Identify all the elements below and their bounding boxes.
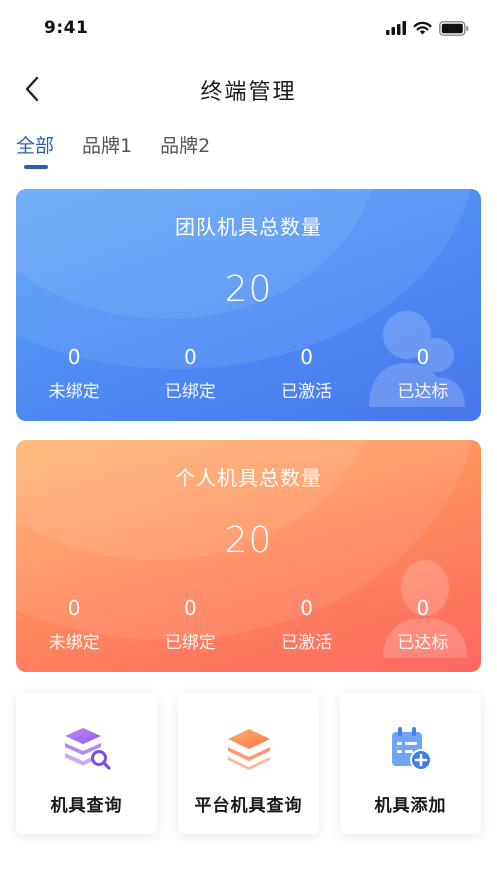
layers-icon [225, 725, 273, 773]
stat-value: 0 [184, 596, 197, 620]
stat-unbound[interactable]: 0 未绑定 [16, 596, 132, 653]
layers-search-icon [63, 725, 111, 773]
personal-device-card[interactable]: 个人机具总数量 20 0 未绑定 0 已绑定 0 已激活 0 已达标 [16, 440, 481, 672]
action-label: 平台机具查询 [194, 796, 303, 816]
stat-qualified[interactable]: 0 已达标 [365, 596, 481, 653]
battery-icon [439, 20, 469, 36]
team-stats: 0 未绑定 0 已绑定 0 已激活 0 已达标 [16, 345, 481, 402]
action-label: 机具查询 [50, 796, 123, 816]
stat-label: 未绑定 [48, 633, 100, 653]
tab-label: 品牌2 [160, 135, 211, 157]
stat-bound[interactable]: 0 已绑定 [132, 345, 248, 402]
stat-label: 已绑定 [164, 382, 216, 402]
active-tab-indicator [24, 165, 49, 169]
stat-value: 0 [67, 596, 81, 620]
brand-tabs: 全部 品牌1 品牌2 [16, 128, 210, 172]
stat-label: 已绑定 [164, 633, 216, 653]
stat-value: 0 [300, 596, 313, 620]
tab-label: 品牌1 [82, 135, 133, 157]
page-title: 终端管理 [200, 80, 297, 105]
stat-value: 0 [416, 596, 430, 620]
platform-device-query-button[interactable]: 平台机具查询 [178, 693, 319, 834]
signal-icon [386, 21, 406, 35]
stat-label: 未绑定 [48, 382, 100, 402]
stat-label: 已激活 [281, 633, 333, 653]
calendar-add-icon [387, 725, 435, 773]
stat-label: 已达标 [397, 382, 449, 402]
stat-label: 已激活 [281, 382, 333, 402]
stat-value: 0 [184, 345, 197, 369]
stat-value: 0 [300, 345, 313, 369]
team-device-card[interactable]: 团队机具总数量 20 0 未绑定 0 已绑定 0 已激活 0 已达标 [16, 189, 481, 421]
status-icons [386, 20, 469, 36]
tab-brand-2[interactable]: 品牌2 [160, 128, 210, 164]
personal-stats: 0 未绑定 0 已绑定 0 已激活 0 已达标 [16, 596, 481, 653]
stat-activated[interactable]: 0 已激活 [249, 596, 365, 653]
device-add-button[interactable]: 机具添加 [340, 693, 481, 834]
stat-unbound[interactable]: 0 未绑定 [16, 345, 132, 402]
wifi-icon [413, 21, 432, 35]
stat-activated[interactable]: 0 已激活 [249, 345, 365, 402]
action-label: 机具添加 [374, 796, 447, 816]
stat-label: 已达标 [397, 633, 449, 653]
status-bar: 9:41 [0, 0, 497, 56]
device-query-button[interactable]: 机具查询 [16, 693, 157, 834]
tab-label: 全部 [16, 135, 55, 157]
personal-total-count: 20 [224, 520, 273, 561]
tab-brand-1[interactable]: 品牌1 [82, 128, 132, 164]
team-card-title: 团队机具总数量 [175, 215, 322, 239]
stat-value: 0 [416, 345, 430, 369]
nav-bar: 终端管理 [0, 64, 497, 114]
stat-qualified[interactable]: 0 已达标 [365, 345, 481, 402]
tab-all[interactable]: 全部 [16, 128, 55, 169]
team-total-count: 20 [224, 269, 273, 310]
stat-value: 0 [67, 345, 81, 369]
personal-card-title: 个人机具总数量 [175, 466, 322, 490]
stat-bound[interactable]: 0 已绑定 [132, 596, 248, 653]
status-time: 9:41 [44, 18, 89, 38]
